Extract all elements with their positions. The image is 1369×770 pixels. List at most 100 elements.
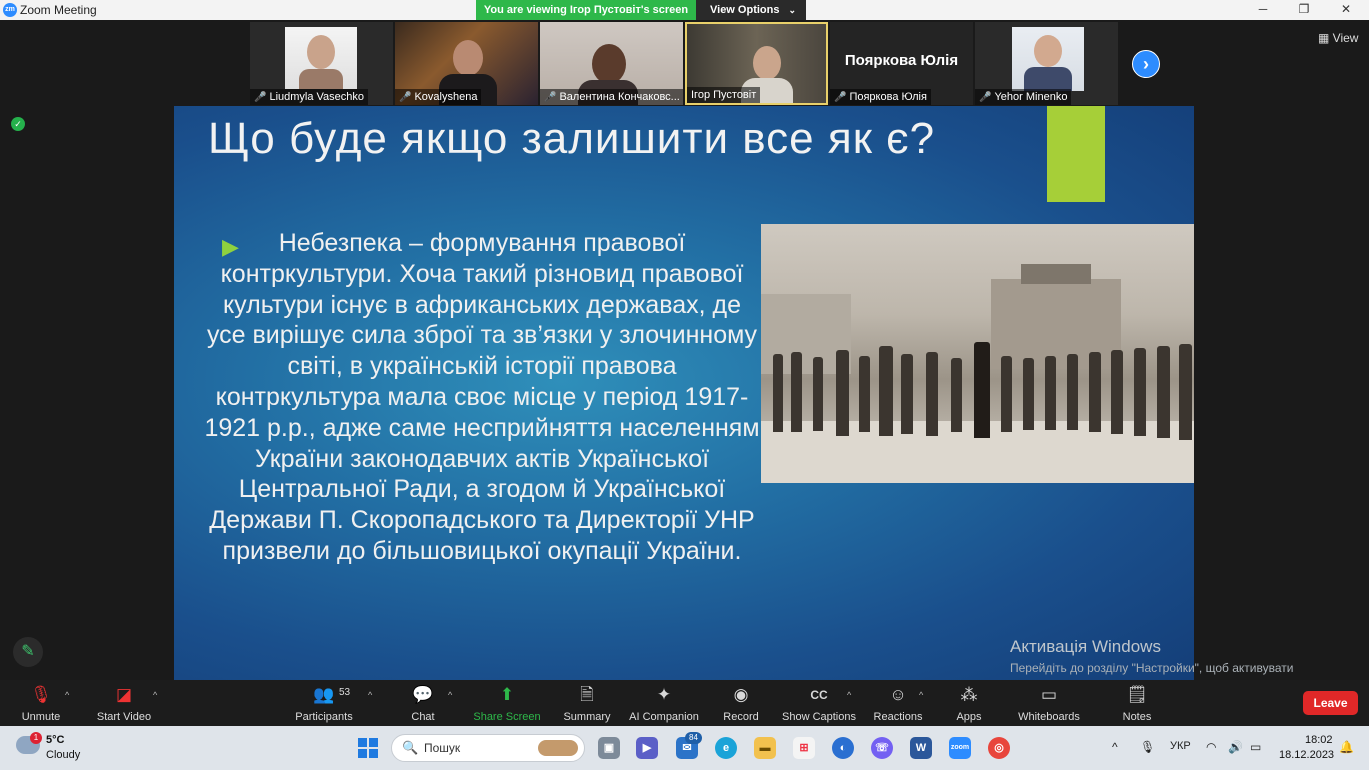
weather-temperature[interactable]: 5°C bbox=[46, 734, 64, 746]
start-video-button[interactable]: ◪ Start Video bbox=[92, 684, 156, 723]
grid-icon: ▦ bbox=[1318, 31, 1333, 45]
participant-name-bar: 🎤 Пояркова Юлія bbox=[830, 89, 931, 105]
clock-date[interactable]: 18.12.2023 bbox=[1279, 749, 1334, 761]
whiteboards-button[interactable]: ▭ Whiteboards bbox=[1016, 684, 1082, 723]
audio-options-caret-icon[interactable]: ^ bbox=[65, 690, 69, 700]
microsoft-store-icon[interactable]: ⊞ bbox=[793, 737, 815, 759]
mail-unread-badge: 84 bbox=[685, 732, 702, 744]
battery-icon[interactable]: ▭ bbox=[1250, 740, 1261, 754]
participant-name-bar: Ігор Пустовіт bbox=[687, 87, 761, 103]
meeting-toolbar: 🎙 Unmute ^ ◪ Start Video ^ 👥 53 Particip… bbox=[0, 680, 1369, 726]
video-options-caret-icon[interactable]: ^ bbox=[153, 690, 157, 700]
muted-mic-icon: 🎤 bbox=[544, 92, 557, 103]
record-button[interactable]: ◉ Record bbox=[719, 684, 763, 723]
file-explorer-icon[interactable]: ▬ bbox=[754, 737, 776, 759]
participants-caret-icon[interactable]: ^ bbox=[368, 690, 372, 700]
muted-mic-icon: 🎤 bbox=[399, 92, 412, 103]
participants-count: 53 bbox=[339, 687, 351, 698]
participant-tile[interactable]: 🎤 Liudmyla Vasechko bbox=[250, 22, 393, 105]
volume-icon[interactable]: 🔊 bbox=[1228, 740, 1243, 754]
show-captions-button[interactable]: CC Show Captions bbox=[782, 684, 856, 723]
windows-activation-title: Активація Windows bbox=[1010, 637, 1161, 656]
wifi-icon[interactable]: ◠ bbox=[1206, 740, 1216, 754]
weather-description[interactable]: Cloudy bbox=[46, 749, 80, 761]
slide-title: Що буде якщо залишити все як є? bbox=[208, 114, 936, 163]
restore-button[interactable]: ❐ bbox=[1294, 2, 1314, 16]
participants-button[interactable]: 👥 53 Participants bbox=[292, 684, 356, 723]
share-screen-button[interactable]: ⬆ Share Screen bbox=[473, 684, 541, 723]
viber-icon[interactable]: ☏ bbox=[871, 737, 893, 759]
muted-mic-icon: 🎤 bbox=[834, 92, 847, 103]
participant-tile-active-speaker[interactable]: Ігор Пустовіт bbox=[685, 22, 828, 105]
notes-button[interactable]: 🗒 Notes bbox=[1118, 684, 1156, 723]
participant-tile[interactable]: Пояркова Юлія 🎤 Пояркова Юлія bbox=[830, 22, 973, 105]
muted-mic-icon: 🎙 bbox=[30, 685, 52, 704]
search-highlight-image bbox=[538, 740, 578, 756]
chevron-down-icon: ⌄ bbox=[788, 5, 796, 15]
screen-share-banner: You are viewing Ігор Пустовіт's screen bbox=[476, 0, 696, 20]
sparkle-icon: ✦ bbox=[656, 685, 672, 704]
chrome-icon[interactable]: ◎ bbox=[988, 737, 1010, 759]
notes-icon: 🗒 bbox=[1126, 685, 1148, 704]
chat-bubble-icon: 💬 bbox=[412, 685, 434, 704]
view-button[interactable]: ▦ View bbox=[1318, 31, 1358, 45]
clock-time[interactable]: 18:02 bbox=[1305, 734, 1333, 746]
whiteboard-icon: ▭ bbox=[1040, 685, 1058, 704]
taskbar-search-input[interactable]: 🔍 Пошук bbox=[391, 734, 585, 762]
participant-tile[interactable]: 🎤 Валентина Кончаковс... bbox=[540, 22, 683, 105]
muted-mic-icon: 🎤 bbox=[254, 92, 267, 103]
show-hidden-icons-chevron-icon[interactable]: ^ bbox=[1112, 740, 1118, 754]
next-page-chevron-icon[interactable]: › bbox=[1132, 50, 1160, 78]
weather-notification-badge: 1 bbox=[30, 732, 42, 744]
participant-name-bar: 🎤 Liudmyla Vasechko bbox=[250, 89, 369, 105]
word-icon[interactable]: W bbox=[910, 737, 932, 759]
chat-caret-icon[interactable]: ^ bbox=[448, 690, 452, 700]
minimize-button[interactable]: ─ bbox=[1253, 2, 1273, 16]
slide-body-text: Небезпека – формування правової контркул… bbox=[204, 229, 760, 565]
windows-start-icon[interactable] bbox=[358, 738, 378, 758]
captions-caret-icon[interactable]: ^ bbox=[847, 690, 851, 700]
participant-tile[interactable]: 🎤 Kovalyshena bbox=[395, 22, 538, 105]
participant-name-bar: 🎤 Kovalyshena bbox=[395, 89, 482, 105]
shared-screen-slide: Що буде якщо залишити все як є? ▶ Небезп… bbox=[174, 106, 1194, 680]
participant-tile[interactable]: 🎤 Yehor Minenko bbox=[975, 22, 1118, 105]
summary-icon: 🗎 bbox=[580, 685, 594, 704]
notification-bell-icon[interactable]: 🔔 bbox=[1339, 740, 1354, 754]
slide-accent-block bbox=[1047, 106, 1105, 202]
avatar bbox=[285, 27, 357, 89]
input-language[interactable]: УКР bbox=[1170, 740, 1191, 752]
apps-button[interactable]: ⁂ Apps bbox=[952, 684, 986, 723]
summary-button[interactable]: 🗎 Summary bbox=[560, 684, 614, 723]
smiley-plus-icon: ☺ bbox=[889, 685, 907, 704]
cc-icon: CC bbox=[810, 688, 828, 702]
annotate-pencil-icon[interactable]: ✎ bbox=[13, 637, 43, 667]
microphone-icon[interactable]: 🎙 bbox=[1140, 740, 1155, 754]
edge-browser-icon[interactable]: e bbox=[715, 737, 737, 759]
zoom-taskbar-icon[interactable]: zoom bbox=[949, 737, 971, 759]
share-screen-icon: ⬆ bbox=[499, 685, 515, 704]
video-off-icon: ◪ bbox=[115, 685, 133, 704]
zoom-app-icon: zm bbox=[3, 3, 17, 17]
muted-mic-icon: 🎤 bbox=[979, 92, 992, 103]
close-button[interactable]: ✕ bbox=[1336, 2, 1356, 16]
browser-icon[interactable]: ◐ bbox=[832, 737, 854, 759]
view-options-button[interactable]: View Options ⌄ bbox=[696, 0, 806, 20]
reactions-caret-icon[interactable]: ^ bbox=[919, 690, 923, 700]
unmute-button[interactable]: 🎙 Unmute bbox=[18, 684, 64, 723]
window-title: Zoom Meeting bbox=[20, 3, 97, 17]
search-icon: 🔍 bbox=[402, 740, 419, 755]
teams-chat-icon[interactable]: ▶ bbox=[636, 737, 658, 759]
apps-grid-icon: ⁂ bbox=[960, 685, 978, 704]
ai-companion-button[interactable]: ✦ AI Companion bbox=[627, 684, 701, 723]
historical-photo bbox=[761, 224, 1194, 483]
task-view-icon[interactable]: ▣ bbox=[598, 737, 620, 759]
chat-button[interactable]: 💬 Chat bbox=[405, 684, 441, 723]
reactions-button[interactable]: ☺ Reactions bbox=[873, 684, 923, 723]
security-shield-icon[interactable]: ✓ bbox=[11, 117, 25, 131]
record-icon: ◉ bbox=[733, 685, 749, 704]
leave-button[interactable]: Leave bbox=[1303, 691, 1358, 715]
participant-name-bar: 🎤 Yehor Minenko bbox=[975, 89, 1072, 105]
search-placeholder: Пошук bbox=[424, 741, 461, 755]
windows-taskbar: 1 5°C Cloudy 🔍 Пошук ▣ ▶ ✉ 84 e ▬ ⊞ ◐ ☏ … bbox=[0, 726, 1369, 770]
participant-name-bar: 🎤 Валентина Кончаковс... bbox=[540, 89, 683, 105]
